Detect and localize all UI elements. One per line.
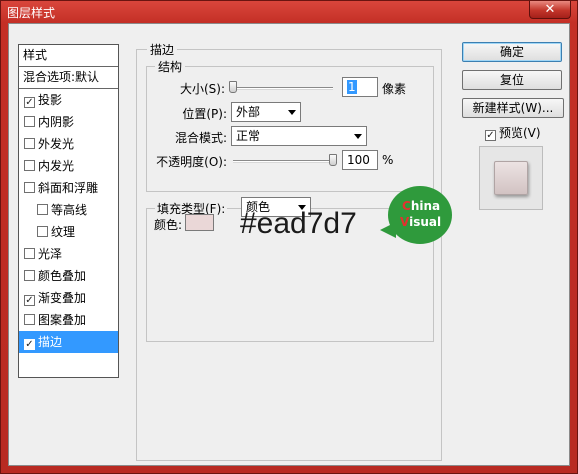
stroke-group: 描边 结构 大小(S): 1 像素 位置(P): 外部 混合模式: 正常 不透明…	[136, 41, 442, 461]
style-item[interactable]: 等高线	[19, 199, 118, 221]
close-icon: ✕	[544, 2, 556, 17]
style-item-label: 内发光	[38, 159, 75, 173]
style-preview	[479, 146, 543, 210]
style-item-label: 内阴影	[38, 115, 75, 129]
checkbox-icon[interactable]	[37, 204, 48, 215]
style-item-label: 图案叠加	[38, 313, 87, 327]
style-item-label: 纹理	[51, 225, 76, 239]
opacity-slider-thumb[interactable]	[329, 154, 337, 166]
checkbox-icon[interactable]: ✓	[24, 295, 35, 306]
dialog-window: 图层样式 ✕ 样式 混合选项:默认 ✓ 投影 内阴影 外发光 内发光 斜面和浮雕 等高线 纹理…	[0, 0, 578, 474]
style-item[interactable]: 外发光	[19, 133, 118, 155]
style-item-label: 外发光	[38, 137, 75, 151]
styles-header[interactable]: 样式	[19, 45, 118, 67]
dialog-client-area: 样式 混合选项:默认 ✓ 投影 内阴影 外发光 内发光 斜面和浮雕 等高线 纹理 光泽 颜色叠加 ✓…	[8, 23, 570, 466]
style-item[interactable]: 光泽	[19, 243, 118, 265]
checkbox-icon[interactable]	[24, 160, 35, 171]
style-item[interactable]: 图案叠加	[19, 309, 118, 331]
style-item[interactable]: 内阴影	[19, 111, 118, 133]
ok-button[interactable]: 确定	[462, 42, 562, 62]
size-label: 大小(S):	[179, 82, 225, 96]
style-item[interactable]: ✓ 渐变叠加	[19, 287, 118, 309]
position-select[interactable]: 外部	[231, 102, 301, 122]
opacity-input[interactable]: 100	[342, 150, 378, 170]
position-value: 外部	[236, 105, 261, 119]
blend-mode-label: 混合模式:	[174, 131, 227, 145]
style-item-label: 描边	[38, 335, 63, 349]
window-title: 图层样式	[7, 6, 56, 20]
opacity-unit: %	[382, 153, 394, 167]
style-item[interactable]: 纹理	[19, 221, 118, 243]
style-item-label: 等高线	[51, 203, 88, 217]
title-bar[interactable]: 图层样式 ✕	[1, 1, 577, 23]
checkbox-icon[interactable]	[24, 116, 35, 127]
checkbox-icon[interactable]	[24, 270, 35, 281]
size-slider-track[interactable]	[233, 87, 333, 90]
stroke-group-title: 描边	[147, 41, 178, 58]
blend-mode-select[interactable]: 正常	[231, 126, 367, 146]
structure-group-title: 结构	[155, 58, 186, 75]
color-label: 颜色:	[154, 218, 183, 232]
size-input[interactable]: 1	[342, 77, 378, 97]
preview-label: 预览(V)	[499, 126, 541, 140]
opacity-value: 100	[347, 153, 370, 167]
new-style-button[interactable]: 新建样式(W)...	[462, 98, 564, 118]
checkbox-icon[interactable]	[24, 248, 35, 259]
chevron-down-icon	[288, 110, 296, 115]
checkbox-icon[interactable]: ✓	[24, 97, 35, 108]
china-visual-logo: China Visual	[380, 186, 452, 244]
checkbox-icon[interactable]: ✓	[24, 339, 35, 350]
style-item-label: 颜色叠加	[38, 269, 87, 283]
blend-mode-value: 正常	[236, 129, 261, 143]
reset-button[interactable]: 复位	[462, 70, 562, 90]
checkbox-icon[interactable]	[37, 226, 48, 237]
preview-checkbox[interactable]: ✓ 预览(V)	[485, 124, 541, 141]
size-unit: 像素	[382, 82, 407, 96]
style-list-panel: 样式 混合选项:默认 ✓ 投影 内阴影 外发光 内发光 斜面和浮雕 等高线 纹理 光泽 颜色叠加 ✓…	[18, 44, 119, 378]
hex-annotation: #ead7d7	[240, 207, 357, 240]
style-item[interactable]: 颜色叠加	[19, 265, 118, 287]
style-item-label: 渐变叠加	[38, 291, 87, 305]
checkbox-icon[interactable]	[24, 182, 35, 193]
stroke-color-swatch[interactable]	[185, 214, 214, 231]
structure-group: 结构 大小(S): 1 像素 位置(P): 外部 混合模式: 正常 不透明度(O…	[146, 58, 434, 192]
size-value: 1	[347, 80, 357, 94]
checkbox-icon[interactable]	[24, 138, 35, 149]
checkbox-icon[interactable]	[24, 314, 35, 325]
opacity-slider-track[interactable]	[233, 160, 333, 163]
blend-options-header[interactable]: 混合选项:默认	[19, 67, 118, 89]
close-button[interactable]: ✕	[529, 1, 571, 19]
style-item-label: 斜面和浮雕	[38, 181, 99, 195]
style-item[interactable]: 内发光	[19, 155, 118, 177]
preview-swatch	[494, 161, 528, 195]
chevron-down-icon	[354, 134, 362, 139]
style-item-label: 投影	[38, 93, 63, 107]
position-label: 位置(P):	[182, 107, 227, 121]
style-item[interactable]: ✓ 投影	[19, 89, 118, 111]
size-slider-thumb[interactable]	[229, 81, 237, 93]
style-item-label: 光泽	[38, 247, 63, 261]
checkbox-icon: ✓	[485, 130, 496, 141]
opacity-label: 不透明度(O):	[156, 155, 227, 169]
style-item[interactable]: 斜面和浮雕	[19, 177, 118, 199]
style-item[interactable]: ✓ 描边	[19, 331, 118, 353]
